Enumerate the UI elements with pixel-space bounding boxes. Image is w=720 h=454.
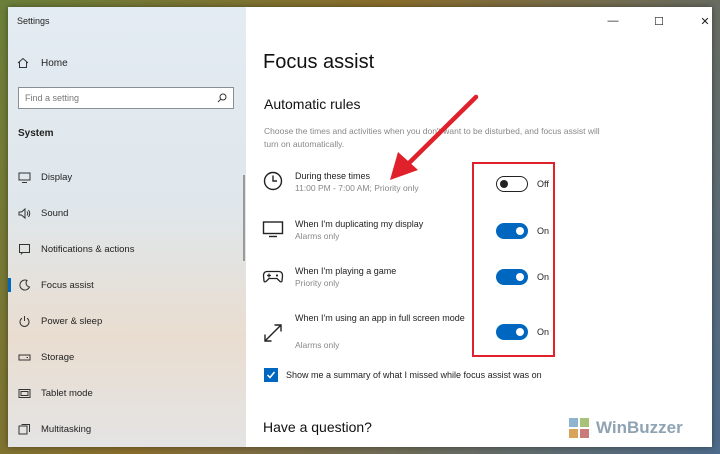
sidebar-item-label: Tablet mode — [41, 387, 93, 399]
watermark-text: WinBuzzer — [596, 418, 683, 437]
summary-checkbox-label: Show me a summary of what I missed while… — [286, 370, 542, 380]
close-button[interactable]: ✕ — [690, 11, 712, 31]
sidebar-item-label: Display — [41, 171, 73, 183]
sidebar-item-power[interactable]: Power & sleep — [8, 310, 246, 332]
fullscreen-icon — [262, 322, 284, 344]
annotation-highlight-box — [472, 162, 555, 357]
sidebar-item-label: Notifications & actions — [41, 243, 135, 255]
monitor-icon — [262, 218, 284, 240]
rule-sub: Priority only — [295, 278, 340, 288]
winbuzzer-watermark: WinBuzzer — [566, 415, 683, 441]
page-title: Focus assist — [263, 51, 375, 73]
summary-checkbox[interactable] — [264, 368, 278, 382]
sidebar-scrollbar[interactable] — [243, 175, 245, 261]
summary-checkbox-row[interactable]: Show me a summary of what I missed while… — [264, 368, 542, 382]
sidebar: Settings Home Find a setting System Disp… — [8, 7, 246, 447]
focus-assist-icon — [17, 278, 31, 292]
search-icon — [217, 93, 227, 103]
sidebar-home[interactable]: Home — [17, 56, 68, 70]
home-icon — [17, 57, 29, 68]
sidebar-item-notifications[interactable]: Notifications & actions — [8, 238, 246, 260]
sidebar-item-tablet[interactable]: Tablet mode — [8, 382, 246, 404]
app-title: Settings — [17, 16, 50, 26]
sidebar-item-label: Storage — [41, 351, 75, 363]
power-icon — [17, 314, 31, 328]
sidebar-item-label: Multitasking — [41, 423, 92, 435]
search-placeholder: Find a setting — [25, 93, 80, 103]
display-icon — [17, 170, 31, 184]
sidebar-item-sound[interactable]: Sound — [8, 202, 246, 224]
gamepad-icon — [262, 265, 284, 287]
sound-icon — [17, 206, 31, 220]
tablet-icon — [17, 386, 31, 400]
sidebar-item-multitasking[interactable]: Multitasking — [8, 418, 246, 440]
rule-name: During these times — [295, 171, 371, 181]
notifications-icon — [17, 242, 31, 256]
checkmark-icon — [266, 371, 276, 379]
main-content: — ☐ ✕ Focus assist Automatic rules Choos… — [246, 7, 712, 447]
home-label: Home — [41, 57, 68, 69]
rule-name: When I'm using an app in full screen mod… — [295, 313, 465, 323]
minimize-button[interactable]: — — [598, 11, 628, 31]
rule-sub: Alarms only — [295, 340, 340, 350]
rule-sub: Alarms only — [295, 231, 340, 241]
section-system: System — [18, 128, 54, 139]
clock-icon — [262, 170, 284, 192]
rule-name: When I'm playing a game — [295, 266, 397, 276]
have-a-question-heading: Have a question? — [263, 419, 372, 435]
sidebar-item-label: Power & sleep — [41, 315, 103, 327]
winbuzzer-logo-icon — [569, 418, 589, 438]
rule-sub: 11:00 PM - 7:00 AM; Priority only — [295, 183, 419, 193]
section-heading: Automatic rules — [264, 96, 361, 112]
rule-name: When I'm duplicating my display — [295, 219, 424, 229]
sidebar-item-label: Focus assist — [41, 279, 94, 291]
sidebar-item-storage[interactable]: Storage — [8, 346, 246, 368]
search-input[interactable]: Find a setting — [18, 87, 234, 109]
multitasking-icon — [17, 422, 31, 436]
storage-icon — [17, 350, 31, 364]
sidebar-item-label: Sound — [41, 207, 69, 219]
sidebar-item-focus-assist[interactable]: Focus assist — [8, 274, 246, 296]
section-description: Choose the times and activities when you… — [264, 126, 600, 149]
sidebar-item-display[interactable]: Display — [8, 166, 246, 188]
maximize-button[interactable]: ☐ — [644, 11, 674, 31]
settings-window: Settings Home Find a setting System Disp… — [8, 7, 712, 447]
